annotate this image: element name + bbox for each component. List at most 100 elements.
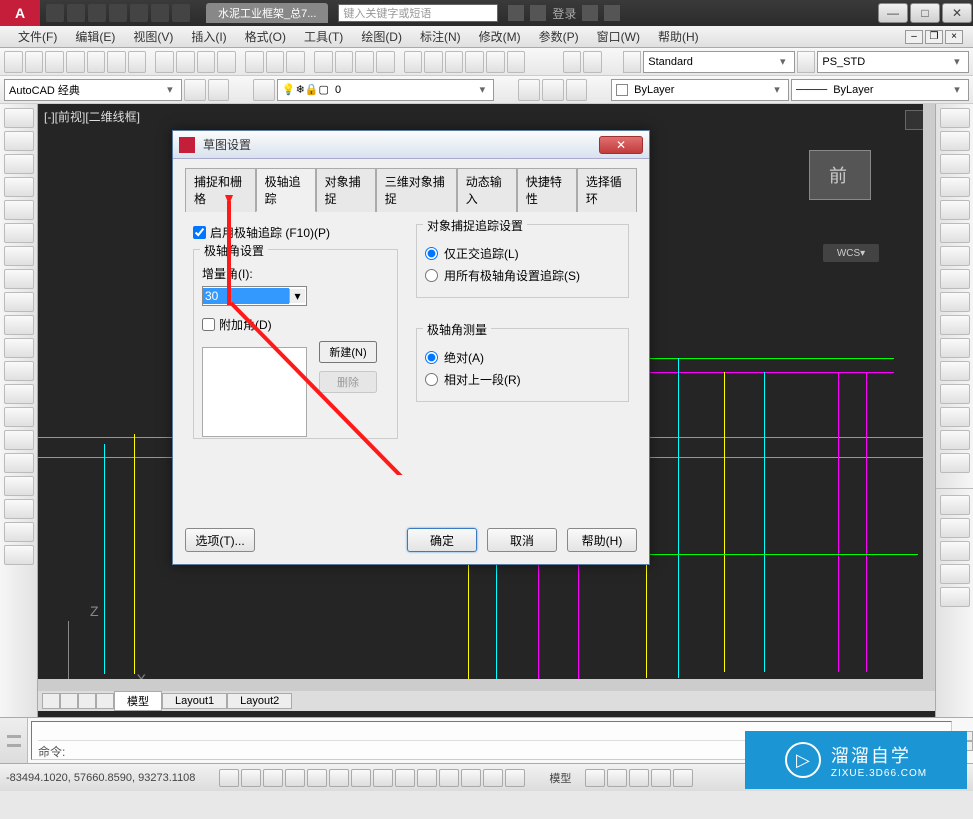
paste-icon[interactable] [197, 51, 216, 73]
fillet-icon[interactable] [940, 430, 970, 450]
status-sc-icon[interactable] [483, 769, 503, 787]
status-mode-label[interactable]: 模型 [549, 770, 571, 786]
erase-icon[interactable] [940, 108, 970, 128]
status-a4-icon[interactable] [651, 769, 671, 787]
addselected-icon[interactable] [4, 545, 34, 565]
app-logo[interactable]: A [0, 0, 40, 26]
calculator-icon[interactable] [507, 51, 526, 73]
login-label[interactable]: 登录 [552, 5, 576, 22]
chevron-down-icon[interactable]: ▾ [289, 289, 305, 303]
qat-saveas-icon[interactable] [109, 4, 127, 22]
dialog-close-button[interactable]: ✕ [599, 136, 643, 154]
vertical-scrollbar[interactable] [923, 104, 935, 679]
line-icon[interactable] [4, 108, 34, 128]
linetype-combo[interactable]: ──── ByLayer ▾ [791, 79, 969, 101]
mdi-restore-button[interactable]: ❐ [925, 30, 943, 44]
status-polar-icon[interactable] [285, 769, 305, 787]
rotate-icon[interactable] [940, 246, 970, 266]
mdi-minimize-button[interactable]: – [905, 30, 923, 44]
document-tab[interactable]: 水泥工业框架_总7... [206, 3, 328, 23]
dimstyle-icon[interactable] [797, 51, 816, 73]
status-qp-icon[interactable] [461, 769, 481, 787]
hatch-icon[interactable] [4, 430, 34, 450]
layer-prev-icon[interactable] [566, 79, 588, 101]
move-icon[interactable] [940, 223, 970, 243]
qat-new-icon[interactable] [46, 4, 64, 22]
ellipse-icon[interactable] [4, 315, 34, 335]
polyline-icon[interactable] [4, 154, 34, 174]
relative-radio[interactable]: 相对上一段(R) [425, 371, 620, 388]
status-a1-icon[interactable] [585, 769, 605, 787]
additional-angle-checkbox[interactable]: 附加角(D) [202, 316, 389, 333]
qat-open-icon[interactable] [67, 4, 85, 22]
menu-window[interactable]: 窗口(W) [589, 26, 648, 47]
polygon-icon[interactable] [4, 177, 34, 197]
redo-icon[interactable] [286, 51, 305, 73]
all-polar-track-radio[interactable]: 用所有极轴角设置追踪(S) [425, 267, 620, 284]
status-am-icon[interactable] [505, 769, 525, 787]
status-a2-icon[interactable] [607, 769, 627, 787]
revcloud-icon[interactable] [4, 269, 34, 289]
array-icon[interactable] [940, 200, 970, 220]
layout-tab-layout1[interactable]: Layout1 [162, 693, 227, 709]
qat-undo-icon[interactable] [151, 4, 169, 22]
offset-icon[interactable] [940, 177, 970, 197]
toolpalettes-icon[interactable] [445, 51, 464, 73]
pan-icon[interactable] [314, 51, 333, 73]
ellipsearc-icon[interactable] [4, 338, 34, 358]
qat-print-icon[interactable] [130, 4, 148, 22]
explode-icon[interactable] [940, 453, 970, 473]
insertblock-icon[interactable] [4, 361, 34, 381]
menu-draw[interactable]: 绘图(D) [353, 26, 410, 47]
cancel-button[interactable]: 取消 [487, 528, 557, 552]
help-icon[interactable] [604, 5, 620, 21]
new-angle-button[interactable]: 新建(N) [319, 341, 377, 363]
status-3dosnap-icon[interactable] [329, 769, 349, 787]
spline-icon[interactable] [4, 292, 34, 312]
absolute-input[interactable] [425, 351, 438, 364]
relative-input[interactable] [425, 373, 438, 386]
makeblock-icon[interactable] [4, 384, 34, 404]
copy-obj-icon[interactable] [940, 131, 970, 151]
open-icon[interactable] [25, 51, 44, 73]
menu-modify[interactable]: 修改(M) [471, 26, 529, 47]
circle-icon[interactable] [4, 246, 34, 266]
save-icon[interactable] [45, 51, 64, 73]
layer-state-icon[interactable] [518, 79, 540, 101]
textstyle-icon[interactable] [623, 51, 642, 73]
ucs-tool-icon[interactable] [940, 587, 970, 607]
layout-nav-next-icon[interactable] [78, 693, 96, 709]
mtext-icon[interactable] [4, 522, 34, 542]
sign-in-icon[interactable] [530, 5, 546, 21]
menu-file[interactable]: 文件(F) [10, 26, 65, 47]
workspace-combo[interactable]: AutoCAD 经典 ▾ [4, 79, 182, 101]
preview-icon[interactable] [107, 51, 126, 73]
trim-icon[interactable] [940, 315, 970, 335]
status-snap-icon[interactable] [219, 769, 239, 787]
horizontal-scrollbar[interactable] [38, 679, 935, 691]
maximize-button[interactable]: □ [910, 3, 940, 23]
cleanscreen-icon[interactable] [583, 51, 602, 73]
view-cube[interactable]: 前 [809, 150, 871, 200]
window-lock-icon[interactable] [563, 51, 582, 73]
new-icon[interactable] [4, 51, 23, 73]
chamfer-icon[interactable] [940, 407, 970, 427]
cut-icon[interactable] [155, 51, 174, 73]
scale-icon[interactable] [940, 269, 970, 289]
status-lwt-icon[interactable] [417, 769, 437, 787]
exchange-icon[interactable] [582, 5, 598, 21]
tab-3dosnap[interactable]: 三维对象捕捉 [376, 168, 457, 212]
qat-redo-icon[interactable] [172, 4, 190, 22]
enable-polar-checkbox[interactable]: 启用极轴追踪 (F10)(P) [193, 224, 398, 241]
menu-format[interactable]: 格式(O) [237, 26, 294, 47]
tab-osnap[interactable]: 对象捕捉 [316, 168, 376, 212]
layer-iso-icon[interactable] [542, 79, 564, 101]
visualstyle-icon[interactable] [940, 518, 970, 538]
status-ortho-icon[interactable] [263, 769, 283, 787]
tab-selcycling[interactable]: 选择循环 [577, 168, 637, 212]
publish-icon[interactable] [128, 51, 147, 73]
help-search-input[interactable]: 键入关键字或短语 [338, 4, 498, 22]
workspace-settings-icon[interactable] [184, 79, 206, 101]
status-a5-icon[interactable] [673, 769, 693, 787]
table-icon[interactable] [4, 499, 34, 519]
